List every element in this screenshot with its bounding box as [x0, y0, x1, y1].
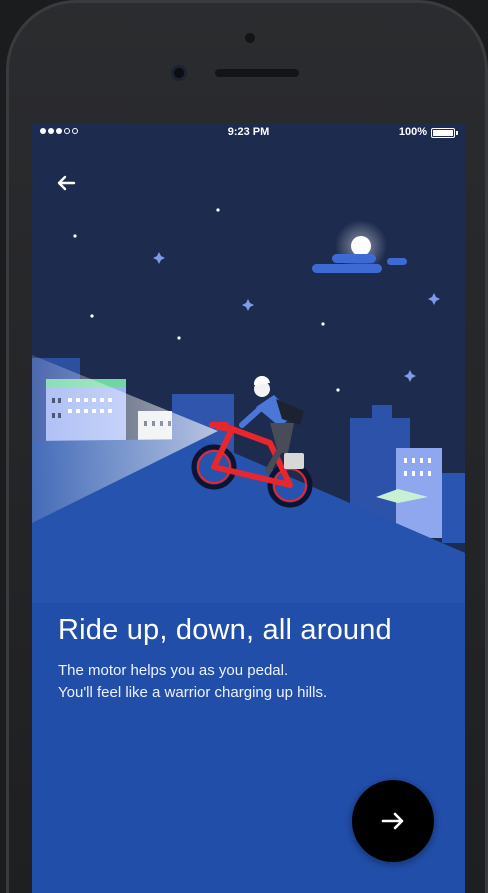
status-bar: 9:23 PM 100%: [32, 123, 465, 143]
battery-icon: [431, 128, 455, 138]
onboarding-headline: Ride up, down, all around: [58, 614, 392, 646]
moon: [351, 236, 371, 256]
arrow-right-icon: [381, 812, 404, 830]
arrow-left-icon: [57, 175, 76, 191]
next-button[interactable]: [352, 780, 434, 862]
description-line-1: The motor helps you as you pedal.: [58, 662, 289, 679]
proximity-sensor: [245, 33, 255, 43]
onboarding-screen: 9:23 PM 100% Ride up, down, all around T…: [32, 123, 465, 893]
night-ride-illustration: [32, 123, 465, 893]
onboarding-description: The motor helps you as you pedal. You'll…: [58, 660, 448, 704]
battery-nub: [456, 131, 458, 135]
description-line-2: You'll feel like a warrior charging up h…: [58, 684, 328, 701]
front-camera: [171, 65, 187, 81]
battery-percent: 100%: [398, 126, 427, 138]
earpiece-speaker: [215, 69, 299, 77]
back-button[interactable]: [50, 167, 82, 199]
